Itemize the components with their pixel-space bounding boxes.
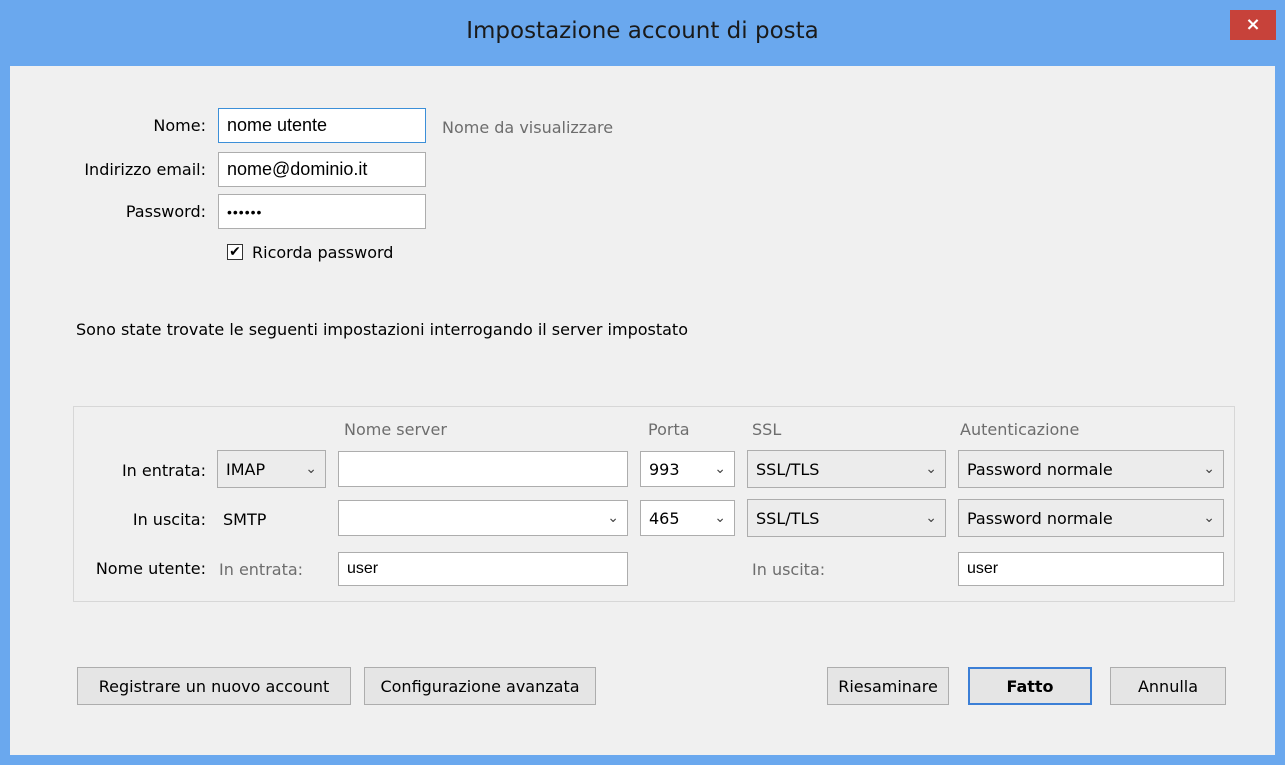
incoming-ssl-value: SSL/TLS xyxy=(756,459,820,479)
incoming-protocol-value: IMAP xyxy=(226,459,266,479)
mail-account-setup-window: Impostazione account di posta × Nome: no… xyxy=(0,0,1285,765)
username-incoming-field[interactable]: user xyxy=(338,552,628,586)
detection-message: Sono state trovate le seguenti impostazi… xyxy=(76,320,688,339)
chevron-down-icon: ⌄ xyxy=(714,510,726,526)
incoming-auth-value: Password normale xyxy=(967,459,1113,479)
incoming-auth-select[interactable]: Password normale ⌄ xyxy=(958,450,1224,488)
incoming-label: In entrata: xyxy=(121,461,206,480)
outgoing-ssl-value: SSL/TLS xyxy=(756,508,820,528)
cancel-button[interactable]: Annulla xyxy=(1110,667,1226,705)
dialog-body: Nome: nome utente Nome da visualizzare I… xyxy=(10,66,1275,755)
outgoing-port-select[interactable]: 465 ⌄ xyxy=(640,500,735,536)
done-button[interactable]: Fatto xyxy=(968,667,1092,705)
chevron-down-icon: ⌄ xyxy=(925,510,937,526)
incoming-server-field[interactable] xyxy=(338,451,628,487)
outgoing-auth-select[interactable]: Password normale ⌄ xyxy=(958,499,1224,537)
incoming-protocol-select[interactable]: IMAP ⌄ xyxy=(217,450,326,488)
outgoing-ssl-select[interactable]: SSL/TLS ⌄ xyxy=(747,499,946,537)
column-header-server: Nome server xyxy=(344,420,447,439)
column-header-auth: Autenticazione xyxy=(960,420,1080,439)
outgoing-protocol: SMTP xyxy=(223,510,267,529)
password-field[interactable]: •••••• xyxy=(218,194,426,229)
incoming-port-select[interactable]: 993 ⌄ xyxy=(640,451,735,487)
name-label: Nome: xyxy=(153,116,206,135)
chevron-down-icon: ⌄ xyxy=(925,461,937,477)
username-label: Nome utente: xyxy=(95,559,206,578)
email-label: Indirizzo email: xyxy=(84,160,206,179)
column-header-port: Porta xyxy=(648,420,690,439)
username-outgoing-label: In uscita: xyxy=(752,560,826,579)
incoming-ssl-select[interactable]: SSL/TLS ⌄ xyxy=(747,450,946,488)
register-new-account-button[interactable]: Registrare un nuovo account xyxy=(77,667,351,705)
window-title: Impostazione account di posta xyxy=(466,18,819,44)
username-incoming-label: In entrata: xyxy=(219,560,304,579)
close-button[interactable]: × xyxy=(1230,10,1276,40)
password-label: Password: xyxy=(125,202,206,221)
title-bar[interactable]: Impostazione account di posta × xyxy=(0,0,1285,66)
chevron-down-icon: ⌄ xyxy=(1203,510,1215,526)
retest-button[interactable]: Riesaminare xyxy=(827,667,949,705)
column-header-ssl: SSL xyxy=(752,420,782,439)
advanced-config-button[interactable]: Configurazione avanzata xyxy=(364,667,596,705)
remember-password-label[interactable]: Ricorda password xyxy=(252,243,393,262)
outgoing-auth-value: Password normale xyxy=(967,508,1113,528)
email-field[interactable]: nome@dominio.it xyxy=(218,152,426,187)
chevron-down-icon: ⌄ xyxy=(1203,461,1215,477)
username-outgoing-field[interactable]: user xyxy=(958,552,1224,586)
chevron-down-icon: ⌄ xyxy=(714,461,726,477)
chevron-down-icon: ⌄ xyxy=(305,461,317,477)
remember-password-checkbox[interactable]: ✔ xyxy=(227,244,243,260)
name-field[interactable]: nome utente xyxy=(218,108,426,143)
outgoing-port-value: 465 xyxy=(649,508,680,528)
outgoing-label: In uscita: xyxy=(132,510,206,529)
name-hint: Nome da visualizzare xyxy=(442,118,614,137)
incoming-port-value: 993 xyxy=(649,459,680,479)
outgoing-server-select[interactable]: ⌄ xyxy=(338,500,628,536)
chevron-down-icon: ⌄ xyxy=(607,510,619,526)
